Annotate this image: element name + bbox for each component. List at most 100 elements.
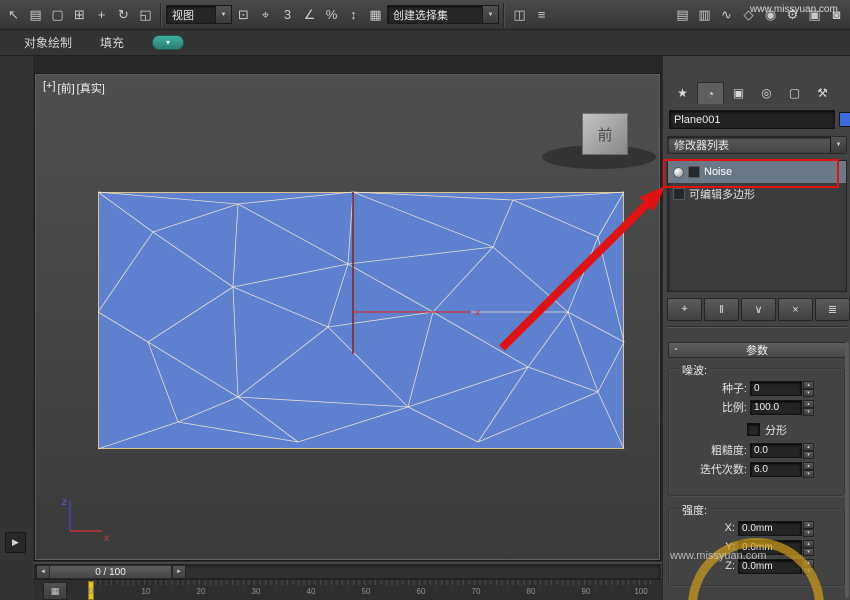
viewport-menu-pov[interactable]: [前] <box>58 80 75 96</box>
modify-tab[interactable]: ◔ <box>697 82 724 104</box>
select-object-icon[interactable]: ↖ <box>3 4 24 26</box>
select-and-manipulate-icon[interactable]: ⌖ <box>255 4 276 26</box>
viewport-front[interactable]: [+] [前] [真实] 前 x z x <box>33 56 662 562</box>
utilities-tab[interactable]: ⚒ <box>809 82 836 104</box>
remove-modifier-button[interactable]: × <box>778 298 813 321</box>
modifier-stack[interactable]: Noise 可编辑多边形 <box>667 160 847 292</box>
spinner-up-icon[interactable]: ▴ <box>803 521 814 529</box>
make-unique-button[interactable]: ∨ <box>741 298 776 321</box>
param-value-field[interactable]: 0.0mm <box>738 521 802 536</box>
frame-number: 20 <box>197 587 206 596</box>
viewport-canvas[interactable]: [+] [前] [真实] 前 x z x <box>35 74 660 560</box>
param-value-field[interactable]: 0.0mm <box>738 559 802 574</box>
modifier-list-label: 修改器列表 <box>674 137 729 153</box>
reference-coordinate-value: 视图 <box>172 7 194 23</box>
motion-tab[interactable]: ◎ <box>753 82 780 104</box>
angle-snap-icon[interactable]: ∠ <box>299 4 320 26</box>
modifier-label: 可编辑多边形 <box>689 186 755 202</box>
mini-curve-editor-button[interactable]: ▦ <box>43 582 67 600</box>
ribbon-tab-populate[interactable]: 填充 <box>100 34 124 51</box>
fractal-checkbox[interactable] <box>747 423 760 436</box>
spinner-down-icon[interactable]: ▾ <box>803 567 814 575</box>
spinner-down-icon[interactable]: ▾ <box>803 451 814 459</box>
mirror-icon[interactable]: ◫ <box>509 4 530 26</box>
pin-stack-button[interactable]: ⌖ <box>667 298 702 321</box>
create-tab[interactable]: ★ <box>669 82 696 104</box>
param-value-field[interactable]: 100.0 <box>750 400 802 415</box>
plane-object[interactable] <box>99 193 624 449</box>
viewport-menu-shading[interactable]: [真实] <box>77 80 105 96</box>
ribbon-tab-object-paint[interactable]: 对象绘制 <box>24 34 72 51</box>
percent-snap-icon[interactable]: % <box>321 4 342 26</box>
spinner-down-icon[interactable]: ▾ <box>803 389 814 397</box>
param-value-field[interactable]: 0.0 <box>750 443 802 458</box>
spinner-arrows: ▴▾ <box>803 443 814 458</box>
selection-region-icon[interactable]: ▢ <box>47 4 68 26</box>
modifier-type-icon <box>673 188 685 200</box>
param-value-field[interactable]: 6.0 <box>750 462 802 477</box>
named-selection-sets-dropdown[interactable]: 创建选择集 ▼ <box>387 5 499 24</box>
spinner-down-icon[interactable]: ▾ <box>803 408 814 416</box>
edit-named-selection-sets-icon[interactable]: ▦ <box>365 4 386 26</box>
render-production-icon[interactable]: ◙ <box>826 4 847 26</box>
modifier-enable-bulb-icon[interactable] <box>673 167 684 178</box>
track-bar[interactable]: ▦ 0102030405060708090100 <box>33 579 662 600</box>
window-crossing-icon[interactable]: ⊞ <box>69 4 90 26</box>
previous-frame-button[interactable]: ◄ <box>36 565 50 579</box>
modifier-stack-row[interactable]: 可编辑多边形 <box>668 183 846 205</box>
align-icon[interactable]: ≡ <box>531 4 552 26</box>
time-slider-handle[interactable]: 0 / 100 <box>49 565 172 579</box>
spinner-up-icon[interactable]: ▴ <box>803 462 814 470</box>
layer-manager-icon[interactable]: ▤ <box>672 4 693 26</box>
use-pivot-point-icon[interactable]: ⊡ <box>233 4 254 26</box>
spinner-up-icon[interactable]: ▴ <box>803 443 814 451</box>
select-and-scale-icon[interactable]: ◱ <box>135 4 156 26</box>
spinner-up-icon[interactable]: ▴ <box>803 381 814 389</box>
panel-scrollbar[interactable] <box>845 342 849 598</box>
rendered-frame-window-icon[interactable]: ▣ <box>804 4 825 26</box>
render-setup-icon[interactable]: ⚙ <box>782 4 803 26</box>
spinner-down-icon[interactable]: ▾ <box>803 548 814 556</box>
axis-x-label: x <box>103 533 110 544</box>
curve-editor-icon[interactable]: ∿ <box>716 4 737 26</box>
spinner-snap-icon[interactable]: ↕ <box>343 4 364 26</box>
select-and-rotate-icon[interactable]: ↻ <box>113 4 134 26</box>
expand-panel-button[interactable]: ▶ <box>5 532 26 553</box>
select-and-move-icon[interactable]: + <box>91 4 112 26</box>
select-by-name-icon[interactable]: ▤ <box>25 4 46 26</box>
parameter-row: X:0.0mm▴▾ <box>669 520 844 536</box>
snap-toggle-3d-icon[interactable]: 3 <box>277 4 298 26</box>
object-color-swatch[interactable] <box>839 112 850 127</box>
toolbar-separator <box>160 3 162 27</box>
ribbon-minimize-toggle[interactable]: ▾ <box>152 35 184 50</box>
configure-modifier-sets-button[interactable]: ≣ <box>815 298 850 321</box>
spinner-up-icon[interactable]: ▴ <box>803 400 814 408</box>
spinner-up-icon[interactable]: ▴ <box>803 540 814 548</box>
parameters-rollout-header[interactable]: - 参数 <box>668 342 846 358</box>
object-name-field[interactable]: Plane001 <box>669 110 835 129</box>
schematic-view-icon[interactable]: ◇ <box>738 4 759 26</box>
chevron-down-icon[interactable]: ▼ <box>215 6 231 23</box>
spinner-up-icon[interactable]: ▴ <box>803 559 814 567</box>
display-tab[interactable]: ▢ <box>781 82 808 104</box>
collapse-icon[interactable]: - <box>674 343 678 355</box>
viewport-menu-general[interactable]: [+] <box>43 80 56 96</box>
modifier-stack-row[interactable]: Noise <box>668 161 846 183</box>
next-frame-button[interactable]: ► <box>172 565 186 579</box>
spinner-arrows: ▴▾ <box>803 540 814 555</box>
spinner-down-icon[interactable]: ▾ <box>803 529 814 537</box>
graphite-ribbon-icon[interactable]: ▥ <box>694 4 715 26</box>
modifier-list-dropdown[interactable]: 修改器列表 ▼ <box>667 136 847 154</box>
plane-object-wireframe[interactable]: x <box>98 192 624 449</box>
hierarchy-tab[interactable]: ▣ <box>725 82 752 104</box>
param-value-field[interactable]: 0.0mm <box>738 540 802 555</box>
show-end-result-button[interactable]: ‖ <box>704 298 739 321</box>
viewcube[interactable]: 前 <box>582 113 628 155</box>
chevron-down-icon[interactable]: ▼ <box>482 6 498 23</box>
spinner-down-icon[interactable]: ▾ <box>803 470 814 478</box>
reference-coordinate-dropdown[interactable]: 视图 ▼ <box>166 5 232 24</box>
param-value-field[interactable]: 0 <box>750 381 802 396</box>
chevron-down-icon[interactable]: ▼ <box>830 137 846 153</box>
fractal-row: 分形 <box>747 423 844 436</box>
material-editor-icon[interactable]: ◉ <box>760 4 781 26</box>
